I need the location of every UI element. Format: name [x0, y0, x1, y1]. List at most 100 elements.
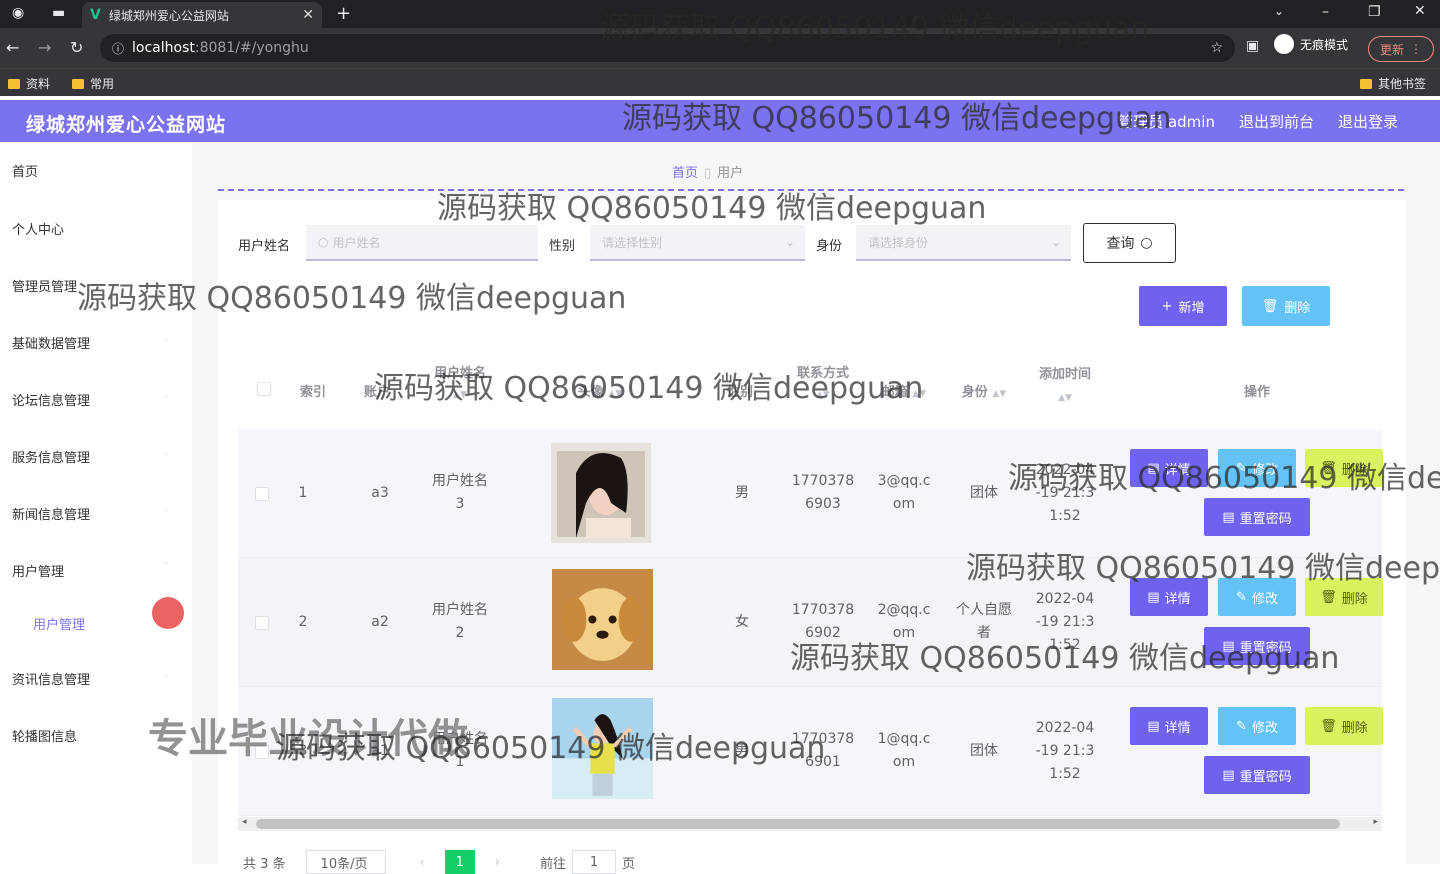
- tab-list-chevron-icon[interactable]: ⌄: [1274, 4, 1284, 18]
- avatar: [551, 443, 651, 543]
- batch-delete-button[interactable]: 🗑 删除: [1242, 286, 1330, 326]
- page-size-value: 10条/页: [320, 856, 368, 872]
- maximize-icon[interactable]: ❐: [1368, 4, 1381, 20]
- chevron-up-icon: ⌃: [162, 561, 171, 572]
- cell-identity-line: 者: [977, 625, 991, 641]
- back-icon[interactable]: ←: [6, 38, 19, 57]
- page-number[interactable]: 1: [444, 850, 475, 874]
- goto-page-input[interactable]: 1: [571, 850, 616, 874]
- row-checkbox[interactable]: [255, 616, 269, 630]
- page-size-select[interactable]: 10条/页: [305, 850, 386, 874]
- scroll-right-icon[interactable]: ▸: [1373, 817, 1378, 827]
- sidebar-item-service[interactable]: 服务信息管理 ⌄: [12, 447, 170, 466]
- sidebar-item-home[interactable]: 首页: [12, 161, 38, 180]
- th-identity[interactable]: 身份 ▲▼: [944, 381, 1024, 400]
- edit-button[interactable]: ✎ 修改: [1218, 578, 1296, 616]
- th-phone[interactable]: 联系方式 ▲▼: [783, 364, 863, 405]
- horizontal-scrollbar[interactable]: ◂ ▸: [238, 817, 1382, 831]
- detail-button[interactable]: ▤ 详情: [1130, 449, 1208, 487]
- th-gender[interactable]: 性别: [700, 381, 780, 400]
- cell-time: 2022-04 -19 21:3 1:52: [1025, 459, 1105, 528]
- search-icon: ○: [1140, 235, 1153, 251]
- scroll-left-icon[interactable]: ◂: [242, 817, 247, 827]
- folder-icon: [8, 78, 20, 89]
- sidebar-item-carousel[interactable]: 轮播图信息 ⌄: [12, 726, 170, 745]
- bookmark-folder-1[interactable]: 资料: [8, 75, 50, 92]
- folder-icon: [72, 78, 84, 89]
- add-button[interactable]: + 新增: [1139, 286, 1227, 326]
- sidebar-item-personal-center[interactable]: 个人中心: [12, 219, 64, 238]
- logout-link[interactable]: 退出登录: [1338, 111, 1398, 132]
- identity-select[interactable]: 请选择身份 ⌄: [856, 225, 1071, 261]
- th-email[interactable]: 邮箱 ▲▼: [864, 381, 944, 400]
- next-page-icon[interactable]: ›: [495, 855, 500, 870]
- browser-menu-icon[interactable]: ◉: [12, 5, 24, 21]
- reset-password-button[interactable]: ▤ 重置密码: [1204, 498, 1310, 536]
- window-icon[interactable]: ▬: [52, 5, 65, 21]
- forward-icon[interactable]: →: [38, 38, 51, 57]
- new-tab-icon[interactable]: +: [336, 3, 351, 24]
- incognito-indicator[interactable]: 无痕模式: [1274, 34, 1348, 54]
- cell-email-line: om: [892, 625, 916, 641]
- other-bookmarks[interactable]: 其他书签: [1360, 75, 1426, 92]
- delete-button[interactable]: 🗑 删除: [1305, 707, 1383, 745]
- info-icon: ⓘ: [112, 41, 125, 56]
- bookmark-label: 常用: [90, 77, 115, 91]
- sidebar-item-forum[interactable]: 论坛信息管理 ⌄: [12, 390, 170, 409]
- window-close-icon[interactable]: ✕: [1414, 3, 1426, 19]
- reset-password-button[interactable]: ▤ 重置密码: [1204, 756, 1310, 794]
- chevron-down-icon: ⌄: [784, 235, 795, 249]
- url-input[interactable]: ⓘ localhost:8081/#/yonghu ☆: [100, 34, 1235, 62]
- sidebar-subitem-user-management[interactable]: 用户管理: [33, 614, 85, 633]
- delete-button[interactable]: 🗑 删除: [1305, 578, 1383, 616]
- sidebar-item-user-management[interactable]: 用户管理 ⌃: [12, 561, 170, 580]
- search-name-placeholder: 用户姓名: [332, 235, 381, 250]
- query-button[interactable]: 查询 ○: [1083, 223, 1176, 263]
- trash-icon: 🗑: [1320, 460, 1337, 476]
- bookmark-folder-2[interactable]: 常用: [72, 75, 114, 92]
- sidebar-item-info[interactable]: 资讯信息管理 ⌄: [12, 669, 170, 688]
- sidebar-item-news[interactable]: 新闻信息管理 ⌄: [12, 504, 170, 523]
- detail-button[interactable]: ▤ 详情: [1130, 707, 1208, 745]
- cell-name-line: 用户姓名: [432, 473, 488, 489]
- mouse-cursor-highlight: [152, 597, 184, 629]
- sort-icon: ▲▼: [453, 390, 467, 400]
- th-avatar[interactable]: 头像 ▲▼: [560, 381, 640, 400]
- select-all-checkbox[interactable]: [257, 382, 271, 396]
- cell-email: 2@qq.c om: [864, 599, 944, 645]
- edit-button[interactable]: ✎ 修改: [1218, 707, 1296, 745]
- scrollbar-thumb[interactable]: [256, 819, 1340, 829]
- promo-watermark: 专业毕业设计代做: [148, 716, 468, 762]
- th-name[interactable]: 用户姓名 ▲▼: [420, 364, 500, 405]
- minimize-icon[interactable]: –: [1322, 4, 1329, 20]
- detail-button[interactable]: ▤ 详情: [1130, 578, 1208, 616]
- sidebar-toggle-icon[interactable]: ▣: [1246, 38, 1259, 54]
- cell-phone-line: 1770378: [791, 473, 855, 489]
- delete-button[interactable]: 🗑 删除: [1305, 449, 1383, 487]
- cell-identity-line: 团体: [970, 485, 998, 501]
- avatar: [552, 698, 653, 799]
- gender-select[interactable]: 请选择性别 ⌄: [590, 225, 805, 261]
- reload-icon[interactable]: ↻: [70, 38, 83, 57]
- row-checkbox[interactable]: [255, 487, 269, 501]
- breadcrumb-home[interactable]: 首页: [672, 166, 698, 181]
- document-icon: ▤: [1222, 767, 1235, 783]
- tab-close-icon[interactable]: ✕: [302, 7, 314, 23]
- sidebar-item-admin-management[interactable]: 管理员管理: [12, 276, 77, 295]
- th-time[interactable]: 添加时间 ▲▼: [1025, 364, 1105, 409]
- th-email-label: 邮箱: [881, 385, 908, 400]
- trash-icon: 🗑: [1261, 298, 1279, 314]
- cell-index: 1: [298, 485, 308, 501]
- sort-icon: ▲▼: [816, 390, 830, 400]
- edit-button[interactable]: ✎ 修改: [1218, 449, 1296, 487]
- reset-password-button[interactable]: ▤ 重置密码: [1204, 627, 1310, 665]
- search-name-input[interactable]: ○ 用户姓名: [306, 225, 538, 261]
- star-icon[interactable]: ☆: [1210, 40, 1223, 56]
- th-gender-label: 性别: [726, 385, 753, 400]
- sidebar-item-base-data[interactable]: 基础数据管理 ⌄: [12, 333, 170, 352]
- exit-to-front-link[interactable]: 退出到前台: [1239, 111, 1314, 132]
- prev-page-icon[interactable]: ‹: [420, 855, 425, 870]
- th-account[interactable]: 账户: [352, 381, 402, 400]
- browser-tab[interactable]: V 绿城郑州爱心公益网站 ✕: [82, 2, 322, 28]
- update-button[interactable]: 更新 ⋮: [1368, 36, 1434, 62]
